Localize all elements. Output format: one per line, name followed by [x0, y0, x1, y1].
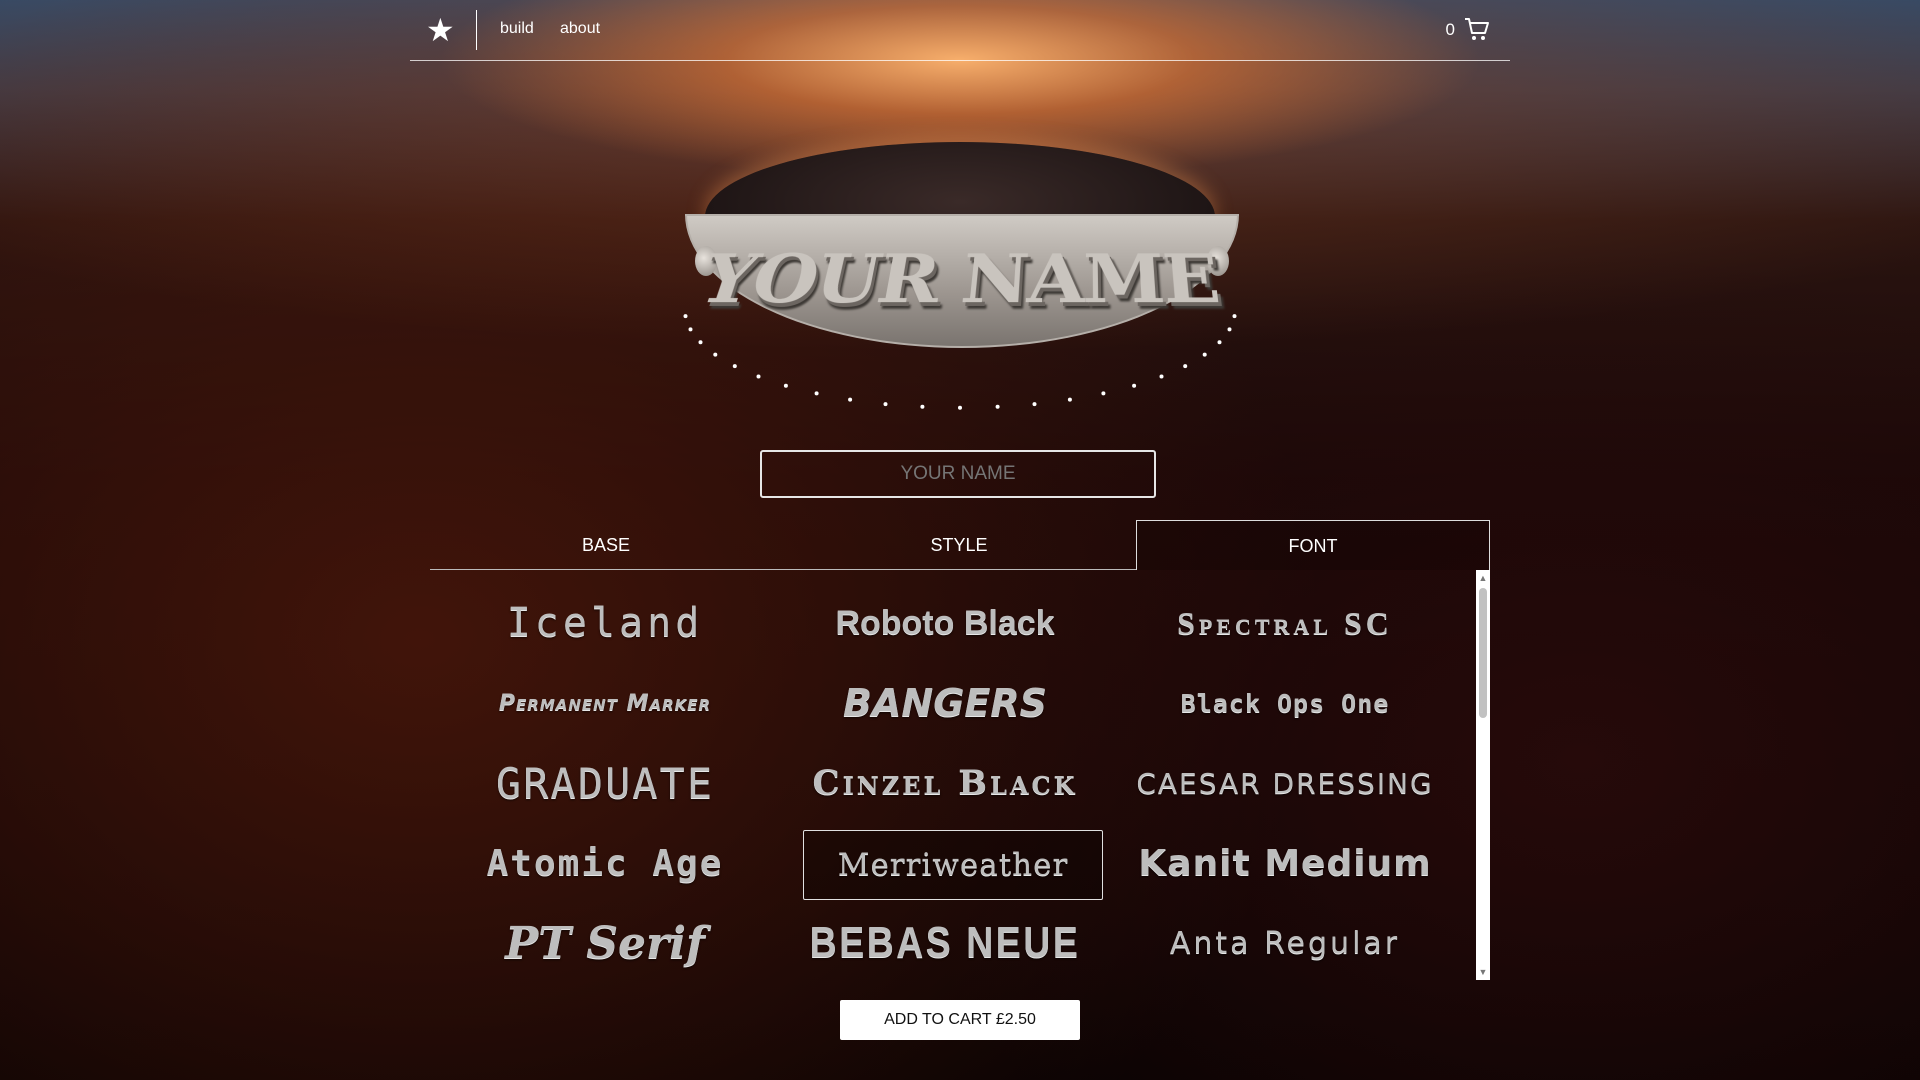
font-option-roboto-black[interactable]: Roboto Black [795, 588, 1095, 658]
rotation-dot [920, 404, 925, 409]
name-input[interactable] [760, 450, 1156, 498]
font-list-scrollbar[interactable]: ▲ ▼ [1476, 570, 1490, 980]
rotation-dot [1183, 364, 1188, 369]
rotation-dot [1227, 327, 1232, 332]
nav-link-build[interactable]: build [500, 20, 534, 38]
tab-style[interactable]: STYLE [782, 520, 1136, 570]
font-option-kanit-medium[interactable]: Kanit Medium [1135, 828, 1435, 898]
top-nav: ★ build about 0 [410, 0, 1510, 61]
rotation-dot [698, 340, 703, 345]
font-option-pt-serif[interactable]: PT Serif [455, 908, 755, 978]
tab-base[interactable]: BASE [430, 520, 782, 570]
rotation-dot [1101, 391, 1106, 396]
rotation-dot [1217, 340, 1222, 345]
font-grid: Iceland Roboto Black Spectral SC Permane… [455, 588, 1475, 978]
font-option-merriweather[interactable]: Merriweather [803, 830, 1103, 900]
tab-font[interactable]: FONT [1136, 520, 1490, 570]
rotation-dot [1032, 402, 1037, 407]
rotation-dot [732, 364, 737, 369]
scrollbar-thumb[interactable] [1479, 588, 1487, 718]
option-tabs: BASE STYLE FONT [430, 520, 1490, 570]
rotation-dot [756, 374, 761, 379]
rotation-dot [688, 327, 693, 332]
rotation-dot [883, 402, 888, 407]
rotation-dot [995, 404, 1000, 409]
nav-divider [476, 10, 477, 50]
font-option-permanent-marker[interactable]: Permanent Marker [455, 668, 755, 738]
font-option-bebas-neue[interactable]: BEBAS NEUE [810, 908, 1078, 978]
scroll-down-arrow-icon[interactable]: ▼ [1478, 967, 1488, 977]
rotation-dot [713, 352, 718, 357]
rotation-dot [683, 314, 688, 319]
nav-link-about[interactable]: about [560, 20, 600, 38]
font-option-caesar-dressing[interactable]: Caesar Dressing [1135, 748, 1435, 818]
rotation-dot [1232, 314, 1237, 319]
font-option-anta-regular[interactable]: Anta Regular [1135, 908, 1435, 978]
cart-count: 0 [1445, 20, 1455, 39]
star-icon[interactable]: ★ [426, 10, 455, 50]
scroll-up-arrow-icon[interactable]: ▲ [1478, 573, 1488, 583]
rotation-dot [814, 391, 819, 396]
font-option-iceland[interactable]: Iceland [455, 588, 755, 658]
font-option-black-ops-one[interactable]: Black Ops One [1135, 668, 1435, 738]
rotation-dot [848, 397, 853, 402]
rotation-dot [1067, 397, 1072, 402]
rotation-dot [783, 383, 788, 388]
rotation-dot [958, 405, 962, 410]
font-option-graduate[interactable]: GRADUATE [455, 748, 755, 818]
cart-icon[interactable] [1464, 16, 1490, 42]
font-option-atomic-age[interactable]: Atomic Age [455, 828, 755, 898]
rotation-dot [1159, 374, 1164, 379]
font-option-spectral-sc[interactable]: Spectral SC [1135, 588, 1435, 658]
font-option-bangers[interactable]: Bangers [795, 668, 1095, 738]
rotation-dot [1132, 383, 1137, 388]
rotation-dot [1202, 352, 1207, 357]
add-to-cart-button[interactable]: ADD TO CART £2.50 [840, 1000, 1080, 1040]
name-plate-preview[interactable]: YOUR NAME [660, 130, 1260, 410]
font-option-cinzel-black[interactable]: Cinzel Black [795, 748, 1095, 818]
rotation-dots [683, 314, 1237, 410]
